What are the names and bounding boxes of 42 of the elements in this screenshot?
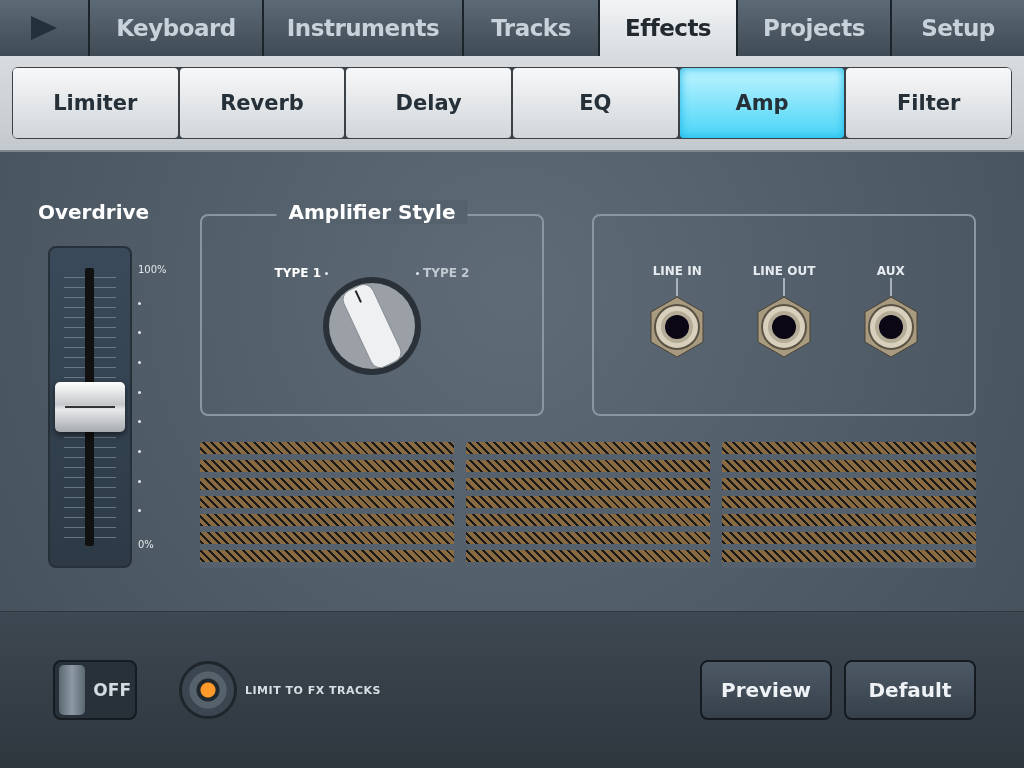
knob[interactable]	[322, 276, 422, 376]
scale-dot	[138, 420, 141, 424]
footer-button[interactable]: Preview	[700, 660, 832, 720]
type-option-label[interactable]: TYPE 1	[274, 266, 321, 280]
scale-dot	[138, 301, 141, 305]
amplifier-style-title: Amplifier Style	[276, 200, 468, 224]
option-dot	[325, 272, 328, 275]
slider-thumb[interactable]	[55, 382, 125, 432]
scale-dot	[138, 360, 141, 364]
scale-dot	[138, 449, 141, 453]
jack-label: LINE IN	[652, 264, 702, 278]
scale-max-label: 100%	[138, 264, 167, 275]
play-icon	[29, 15, 59, 41]
jack-label: AUX	[876, 264, 905, 278]
scale-min-label: 0%	[138, 538, 155, 550]
nav-tab[interactable]: Effects	[600, 0, 736, 56]
power-toggle[interactable]: OFF	[53, 660, 137, 720]
leader-line	[783, 278, 785, 296]
effect-tab[interactable]: EQ	[513, 68, 678, 138]
nav-tab[interactable]: Keyboard	[90, 0, 262, 56]
play-button[interactable]	[0, 0, 88, 56]
scale-dot	[138, 331, 141, 335]
nav-tab[interactable]: Setup	[892, 0, 1024, 56]
leader-line	[889, 278, 892, 296]
effect-tab[interactable]: Delay	[346, 68, 511, 138]
scale-dot	[138, 509, 141, 513]
effect-tab[interactable]: Amp	[679, 68, 845, 138]
limit-label: LIMIT TO FX TRACKS	[245, 683, 381, 697]
effect-tab[interactable]: Limiter	[13, 68, 178, 138]
effect-tab[interactable]: Filter	[846, 68, 1011, 138]
jack-label: LINE OUT	[752, 264, 816, 278]
scale-dot	[138, 479, 141, 483]
option-dot	[416, 272, 419, 275]
leader-line	[676, 278, 679, 296]
overdrive-title: Overdrive	[38, 200, 151, 224]
nav-tab[interactable]: Instruments	[264, 0, 462, 56]
nav-tab[interactable]: Projects	[738, 0, 890, 56]
scale-dot	[138, 390, 141, 394]
footer-button[interactable]: Default	[844, 660, 976, 720]
effect-tab[interactable]: Reverb	[179, 68, 345, 138]
nav-tab[interactable]: Tracks	[464, 0, 598, 56]
overdrive-slider[interactable]	[48, 246, 132, 568]
